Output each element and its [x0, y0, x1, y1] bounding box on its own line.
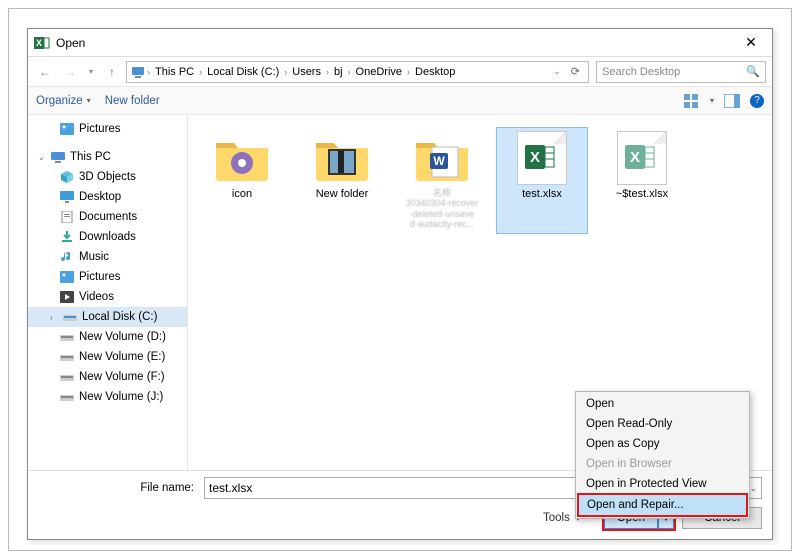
help-icon[interactable]: ?	[750, 94, 764, 108]
downloads-icon	[60, 231, 74, 243]
open-dropdown-menu: Open Open Read-Only Open as Copy Open in…	[575, 391, 750, 519]
svg-text:X: X	[36, 38, 42, 48]
sidebar-item-pictures2[interactable]: Pictures	[28, 267, 187, 287]
sidebar-item-localc[interactable]: › Local Disk (C:)	[28, 307, 187, 327]
sidebar-item-vold[interactable]: New Volume (D:)	[28, 327, 187, 347]
folder-icon: W	[414, 135, 470, 181]
sidebar-item-music[interactable]: Music	[28, 247, 187, 267]
close-icon[interactable]: ✕	[736, 34, 766, 51]
titlebar: X Open ✕	[28, 29, 772, 57]
folder-item-new[interactable]: New folder	[296, 127, 388, 234]
sidebar-item-volj[interactable]: New Volume (J:)	[28, 387, 187, 407]
back-button[interactable]: ←	[34, 61, 56, 83]
menu-open-readonly[interactable]: Open Read-Only	[578, 414, 747, 434]
window-title: Open	[56, 36, 736, 50]
forward-button: →	[59, 61, 81, 83]
drive-icon	[60, 371, 74, 383]
pictures-icon	[60, 271, 74, 283]
filename-value: test.xlsx	[209, 481, 252, 495]
svg-text:X: X	[630, 149, 640, 166]
breadcrumb-dropdown[interactable]: ⌄	[549, 66, 565, 77]
folder-item-icon[interactable]: icon	[196, 127, 288, 234]
search-icon: 🔍	[746, 65, 760, 78]
breadcrumb-sep: ›	[326, 67, 329, 77]
sidebar: Pictures ⌄ This PC 3D Objects Desktop Do…	[28, 115, 188, 470]
excel-temp-icon: X	[617, 131, 667, 185]
drive-icon	[63, 311, 77, 323]
file-item-temp[interactable]: X ~$test.xlsx	[596, 127, 688, 234]
new-folder-button[interactable]: New folder	[105, 95, 160, 107]
filter-dropdown-icon[interactable]: ⌄	[749, 483, 757, 494]
excel-app-icon: X	[34, 35, 50, 51]
file-item-word[interactable]: W 名称 30340304-recover -deleted-unsave d-…	[396, 127, 488, 234]
breadcrumb[interactable]: › This PC › Local Disk (C:) › Users › bj…	[126, 61, 589, 83]
sidebar-item-downloads[interactable]: Downloads	[28, 227, 187, 247]
breadcrumb-seg[interactable]: Local Disk (C:)	[204, 66, 282, 78]
desktop-icon	[60, 191, 74, 203]
sidebar-item-pictures[interactable]: Pictures	[28, 119, 187, 139]
svg-text:X: X	[530, 149, 540, 166]
sidebar-item-3dobjects[interactable]: 3D Objects	[28, 167, 187, 187]
cube-icon	[60, 171, 74, 183]
toolbar: Organize▾ New folder ▾ ?	[28, 87, 772, 115]
view-dropdown[interactable]: ▾	[710, 96, 714, 105]
music-icon	[60, 251, 74, 263]
drive-icon	[60, 331, 74, 343]
drive-icon	[60, 391, 74, 403]
breadcrumb-seg[interactable]: bj	[331, 66, 346, 78]
menu-open[interactable]: Open	[578, 394, 747, 414]
folder-icon	[314, 135, 370, 181]
up-button[interactable]: ↑	[101, 61, 123, 83]
breadcrumb-sep: ›	[199, 67, 202, 77]
refresh-icon[interactable]: ⟳	[567, 65, 584, 78]
search-placeholder: Search Desktop	[602, 66, 680, 78]
chevron-down-icon[interactable]: ⌄	[38, 153, 46, 162]
filename-input[interactable]: test.xlsx ⌄	[204, 477, 596, 499]
menu-open-protected[interactable]: Open in Protected View	[578, 474, 747, 494]
pc-icon	[51, 151, 65, 163]
file-label: 名称 30340304-recover -deleted-unsave d-au…	[405, 188, 478, 229]
history-dropdown[interactable]: ▾	[84, 67, 98, 76]
svg-text:W: W	[433, 154, 445, 168]
sidebar-item-vole[interactable]: New Volume (E:)	[28, 347, 187, 367]
videos-icon	[60, 291, 74, 303]
breadcrumb-sep: ›	[284, 67, 287, 77]
outer-frame: X Open ✕ ← → ▾ ↑ › This PC › Local Disk …	[8, 8, 792, 551]
chevron-right-icon[interactable]: ›	[50, 313, 58, 322]
menu-open-browser: Open in Browser	[578, 454, 747, 474]
file-label: New folder	[316, 188, 369, 201]
excel-file-icon: X	[517, 131, 567, 185]
menu-open-repair[interactable]: Open and Repair...	[577, 493, 748, 517]
file-label: ~$test.xlsx	[616, 188, 668, 201]
sidebar-item-desktop[interactable]: Desktop	[28, 187, 187, 207]
sidebar-item-thispc[interactable]: ⌄ This PC	[28, 147, 187, 167]
open-dialog: X Open ✕ ← → ▾ ↑ › This PC › Local Disk …	[27, 28, 773, 540]
breadcrumb-seg[interactable]: Desktop	[412, 66, 458, 78]
file-label: icon	[232, 188, 252, 201]
preview-pane-icon[interactable]	[724, 94, 740, 108]
file-item-test[interactable]: X test.xlsx	[496, 127, 588, 234]
breadcrumb-sep: ›	[407, 67, 410, 77]
breadcrumb-seg[interactable]: This PC	[152, 66, 197, 78]
view-tools: ▾ ?	[684, 94, 764, 108]
breadcrumb-seg[interactable]: OneDrive	[353, 66, 405, 78]
pc-icon	[131, 65, 145, 79]
folder-icon	[214, 135, 270, 181]
sidebar-item-videos[interactable]: Videos	[28, 287, 187, 307]
sidebar-item-documents[interactable]: Documents	[28, 207, 187, 227]
organize-button[interactable]: Organize▾	[36, 95, 91, 107]
documents-icon	[60, 211, 74, 223]
breadcrumb-seg[interactable]: Users	[289, 66, 324, 78]
breadcrumb-sep: ›	[147, 67, 150, 77]
filename-label: File name:	[38, 482, 198, 494]
menu-open-copy[interactable]: Open as Copy	[578, 434, 747, 454]
sidebar-item-volf[interactable]: New Volume (F:)	[28, 367, 187, 387]
nav-bar: ← → ▾ ↑ › This PC › Local Disk (C:) › Us…	[28, 57, 772, 87]
search-input[interactable]: Search Desktop 🔍	[596, 61, 766, 83]
pictures-icon	[60, 123, 74, 135]
view-large-icon[interactable]	[684, 94, 700, 108]
breadcrumb-sep: ›	[348, 67, 351, 77]
drive-icon	[60, 351, 74, 363]
file-label: test.xlsx	[522, 188, 562, 201]
